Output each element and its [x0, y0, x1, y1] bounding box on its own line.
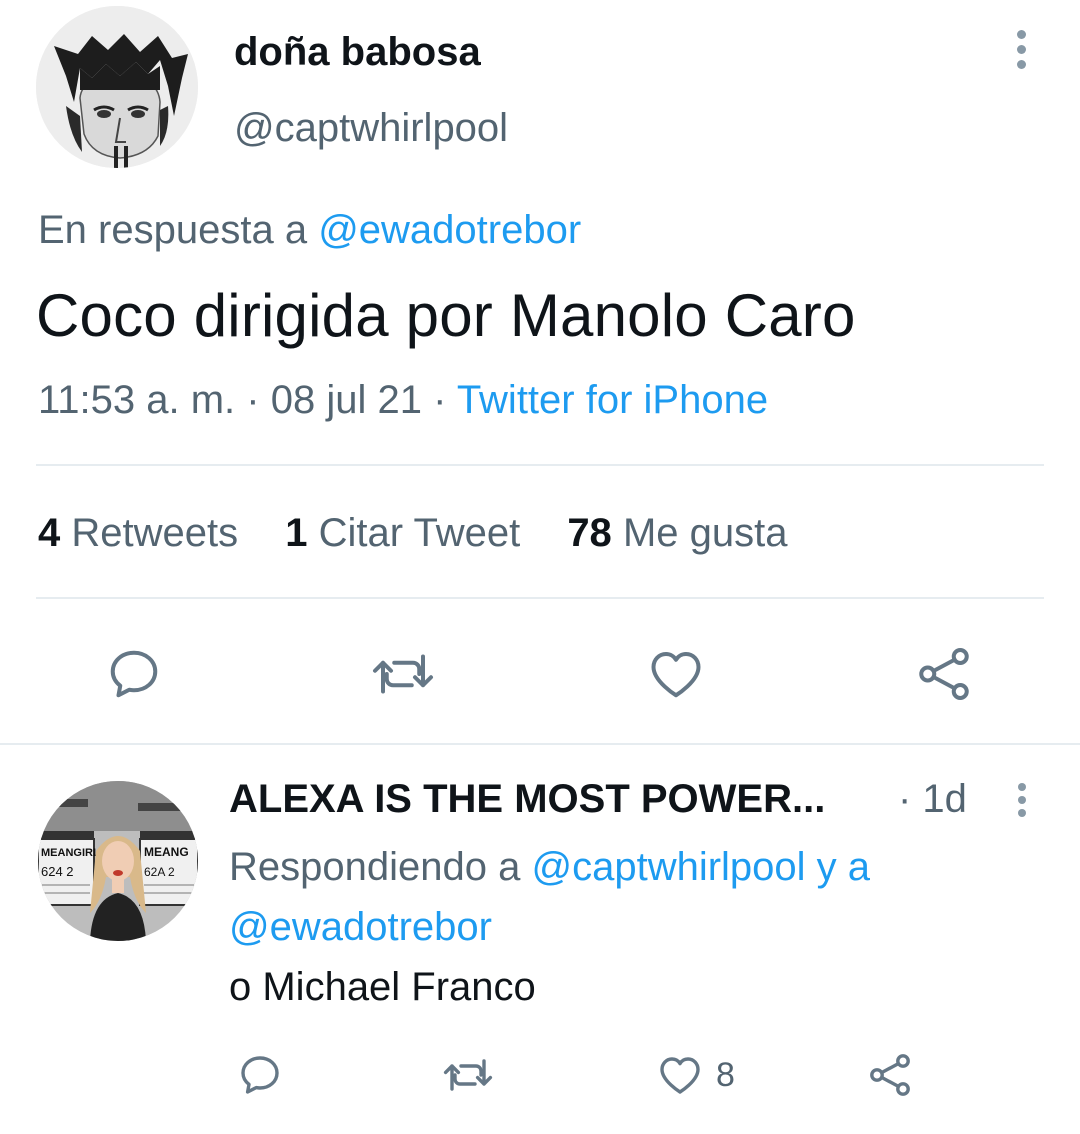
reply-time: · 1d [898, 777, 967, 821]
more-options-icon[interactable] [1008, 30, 1034, 76]
like-count: 8 [716, 1055, 735, 1094]
avatar-drawing [36, 6, 198, 168]
share-icon [870, 1054, 910, 1096]
reply-avatar[interactable]: MEANGIRLS 624 2 MEANG 62A 2 [38, 781, 198, 941]
reply-button[interactable] [104, 644, 164, 704]
clapperboard-text: MEANG [144, 845, 189, 859]
clapperboard-text: 624 2 [41, 864, 74, 879]
retweet-icon [373, 654, 433, 694]
quotes-stat[interactable]: 1 Citar Tweet [285, 511, 520, 555]
more-options-icon[interactable] [1012, 783, 1032, 823]
retweet-button[interactable] [370, 644, 436, 704]
clapperboard-text: 62A 2 [144, 865, 175, 879]
retweets-count: 4 [38, 511, 61, 555]
tweet-stats: 4 Retweets 1 Citar Tweet 78 Me gusta [38, 511, 823, 556]
dot [1016, 60, 1026, 69]
mention-link[interactable]: @ewadotrebor [318, 208, 581, 252]
tweet-time: 11:53 a. m. [38, 378, 236, 422]
dot [1016, 45, 1026, 54]
dot [1018, 796, 1026, 804]
reply-button[interactable] [236, 1051, 284, 1099]
replying-to: Respondiendo a @captwhirlpool y a @ewado… [229, 837, 1029, 957]
reply-context: En respuesta a @ewadotrebor [38, 208, 581, 253]
separator: · [246, 378, 260, 422]
dot [1018, 809, 1026, 817]
retweet-button[interactable] [442, 1051, 494, 1099]
reply-display-name[interactable]: ALEXA IS THE MOST POWER... [229, 777, 825, 822]
retweets-label: Retweets [71, 511, 239, 555]
share-icon [919, 648, 969, 700]
likes-label: Me gusta [622, 511, 788, 555]
like-icon [651, 652, 701, 698]
retweet-icon [443, 1059, 493, 1091]
user-handle[interactable]: @captwhirlpool [234, 106, 508, 151]
tweet-text: Coco dirigida por Manolo Caro [36, 282, 856, 349]
likes-count: 78 [567, 511, 612, 555]
avatar[interactable] [36, 6, 198, 168]
main-tweet: doña babosa @captwhirlpool En respuesta … [0, 0, 1080, 744]
like-button[interactable]: 8 [656, 1051, 735, 1099]
reply-tweet[interactable]: MEANGIRLS 624 2 MEANG 62A 2 ALEXA IS THE… [0, 745, 1080, 1134]
divider [36, 597, 1044, 599]
tweet-date: 08 jul 21 [270, 378, 422, 422]
share-button[interactable] [866, 1051, 914, 1099]
reply-icon [110, 650, 158, 698]
tweet-source-link[interactable]: Twitter for iPhone [457, 378, 768, 422]
separator: · [433, 378, 447, 422]
reply-text: o Michael Franco [229, 965, 536, 1009]
reply-icon [241, 1056, 279, 1094]
tweet-meta: 11:53 a. m. · 08 jul 21 · Twitter for iP… [38, 378, 768, 423]
quotes-label: Citar Tweet [318, 511, 521, 555]
dot [1018, 783, 1026, 791]
dot [1016, 30, 1026, 39]
like-icon [660, 1057, 700, 1094]
likes-stat[interactable]: 78 Me gusta [567, 511, 787, 555]
share-button[interactable] [914, 644, 974, 704]
mention-link[interactable]: @captwhirlpool [531, 845, 805, 889]
replying-joiner: y a [816, 845, 871, 889]
reply-avatar-drawing: MEANGIRLS 624 2 MEANG 62A 2 [38, 781, 198, 941]
quotes-count: 1 [285, 511, 308, 555]
like-button[interactable] [646, 644, 706, 704]
replying-prefix: Respondiendo a [229, 845, 521, 889]
mention-link[interactable]: @ewadotrebor [229, 905, 492, 949]
divider [36, 464, 1044, 466]
reply-prefix: En respuesta a [38, 208, 308, 252]
retweets-stat[interactable]: 4 Retweets [38, 511, 238, 555]
display-name[interactable]: doña babosa [234, 30, 481, 75]
